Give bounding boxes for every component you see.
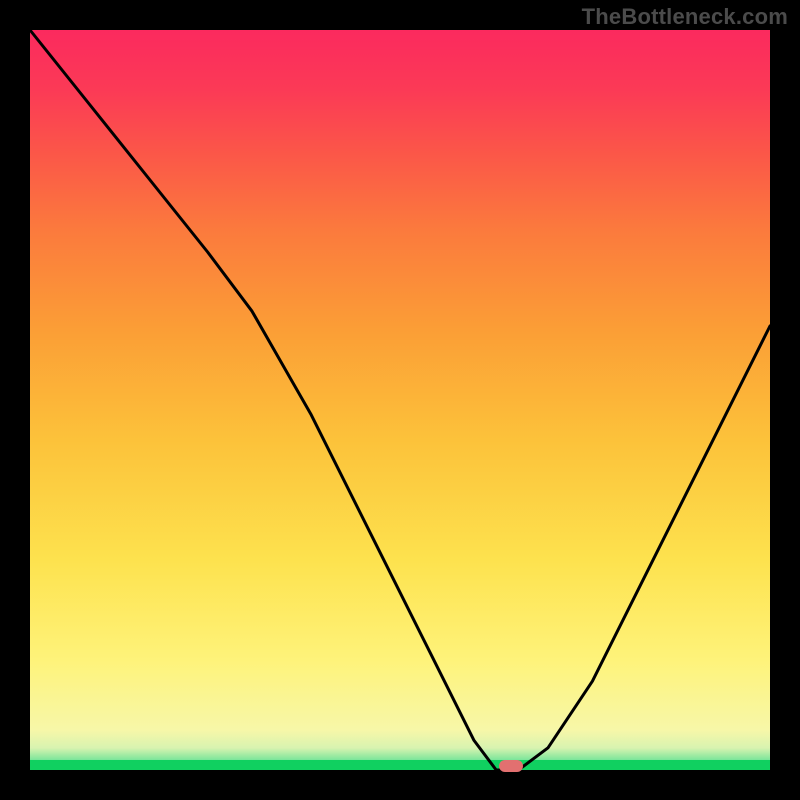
watermark-text: TheBottleneck.com xyxy=(582,4,788,30)
curve-svg xyxy=(30,30,770,770)
bottleneck-curve-path xyxy=(30,30,770,770)
plot-area xyxy=(30,30,770,770)
optimal-marker xyxy=(499,760,523,772)
chart-frame: TheBottleneck.com xyxy=(0,0,800,800)
